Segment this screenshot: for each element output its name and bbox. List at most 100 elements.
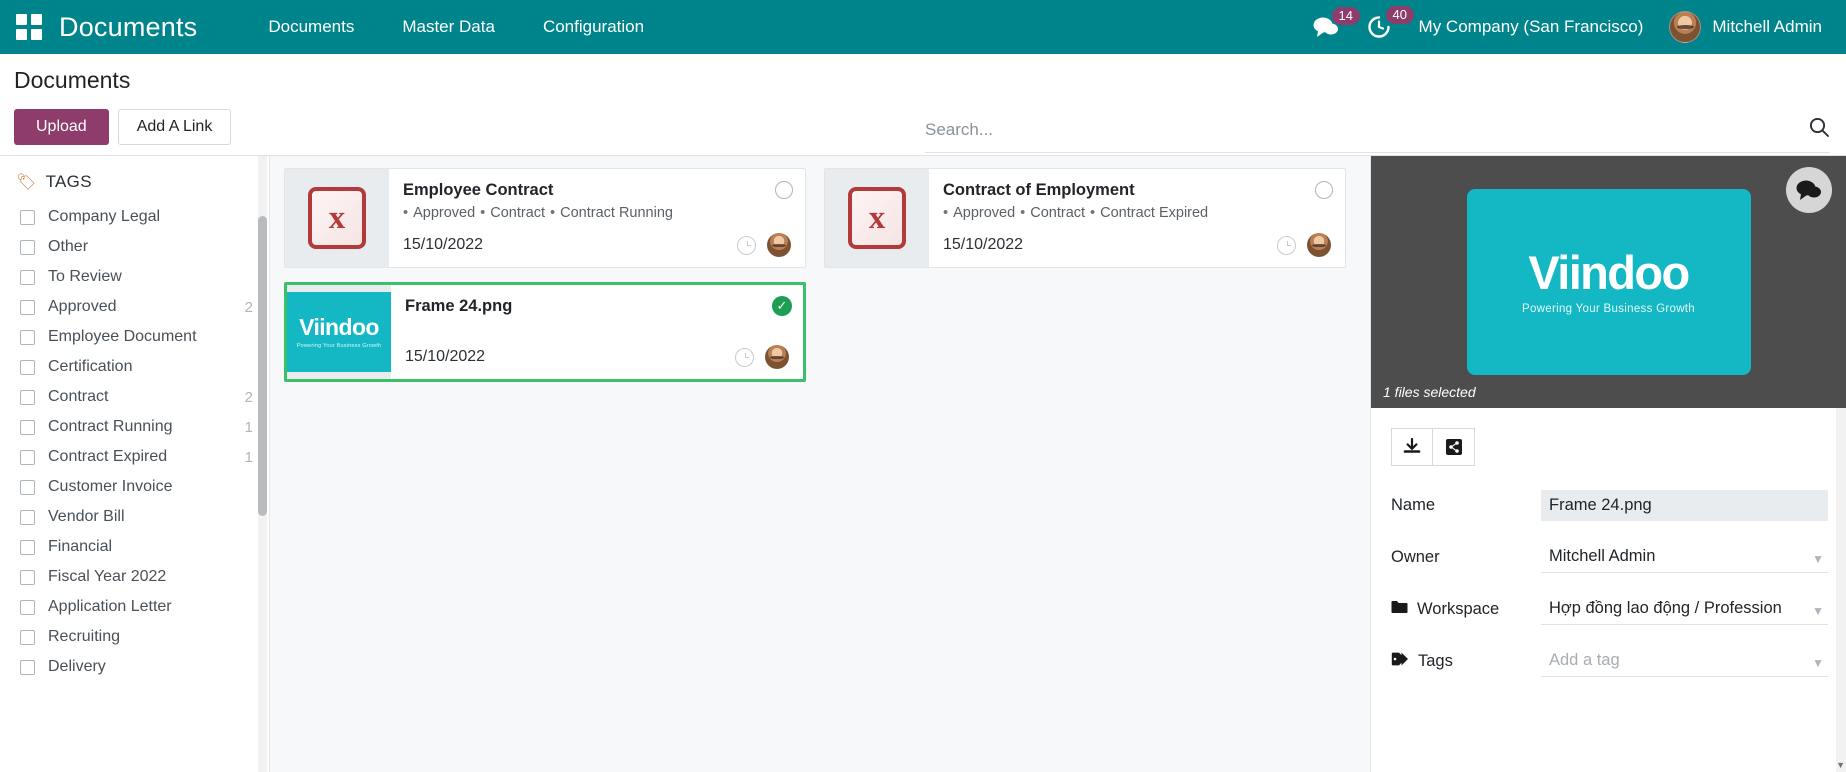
document-tag: Approved [953,205,1015,221]
activities-button[interactable]: 40 [1367,15,1391,39]
company-switcher[interactable]: My Company (San Francisco) [1419,17,1644,37]
sidebar-tag-contract-expired[interactable]: Contract Expired 1 [0,442,269,472]
app-brand-title[interactable]: Documents [59,12,197,43]
form-row-name: Name [1391,490,1828,521]
sidebar-tag-employee-document[interactable]: Employee Document [0,322,269,352]
tag-checkbox[interactable] [20,630,35,645]
sidebar-tag-vendor-bill[interactable]: Vendor Bill [0,502,269,532]
open-chatter-button[interactable] [1786,167,1832,213]
share-icon [1446,439,1462,455]
scroll-down-arrow-icon[interactable]: ▼ [1836,760,1845,770]
tag-checkbox[interactable] [20,390,35,405]
select-document-toggle[interactable] [775,181,793,199]
tag-count: 1 [245,449,253,466]
apps-grid-icon[interactable] [16,14,42,40]
menu-item-documents[interactable]: Documents [244,0,378,54]
sidebar-tag-certification[interactable]: Certification [0,352,269,382]
sidebar-tag-delivery[interactable]: Delivery [0,652,269,682]
sidebar-tag-other[interactable]: Other [0,232,269,262]
document-card-contract-of-employment[interactable]: x Contract of Employment • Approved • Co… [824,168,1346,268]
tag-label: Contract Expired [48,448,167,466]
document-card-frame-24[interactable]: Viindoo Powering Your Business Growth Fr… [284,282,806,382]
sidebar-tag-contract-running[interactable]: Contract Running 1 [0,412,269,442]
upload-button[interactable]: Upload [14,109,109,145]
name-input[interactable] [1541,490,1828,521]
sidebar-tag-fiscal-year-2022[interactable]: Fiscal Year 2022 [0,562,269,592]
document-name: Employee Contract [403,181,791,200]
tags-input[interactable]: Add a tag [1541,645,1828,677]
sidebar-tag-contract[interactable]: Contract 2 [0,382,269,412]
tag-checkbox[interactable] [20,660,35,675]
tag-checkbox[interactable] [20,240,35,255]
menu-item-master-data[interactable]: Master Data [378,0,519,54]
owner-select[interactable]: Mitchell Admin [1541,541,1828,573]
sidebar-scrollbar-thumb[interactable] [258,216,267,516]
clock-icon [1277,236,1296,255]
tag-label: Financial [48,538,112,556]
search-input[interactable] [925,120,1765,140]
tag-label: Fiscal Year 2022 [48,568,166,586]
tags-section-header: 🏷 TAGS [0,172,269,202]
workspace-select[interactable]: Hợp đồng lao động / Profession [1541,593,1828,625]
tags-label: Tags [1391,652,1541,671]
tag-checkbox[interactable] [20,360,35,375]
tag-checkbox[interactable] [20,270,35,285]
owner-avatar [1307,233,1331,257]
add-a-link-button[interactable]: Add A Link [118,109,232,145]
bullet-icon: • [1020,205,1025,221]
tag-label: Vendor Bill [48,508,125,526]
tag-label: Approved [48,298,117,316]
sidebar-tag-approved[interactable]: Approved 2 [0,292,269,322]
tag-label: Other [48,238,88,256]
tag-checkbox[interactable] [20,330,35,345]
tag-icon [1391,652,1409,671]
detail-action-buttons [1391,428,1846,466]
owner-label: Owner [1391,548,1541,567]
workspace: 🏷 TAGS Company Legal Other To Review App [0,156,1846,772]
document-tag: Contract [490,205,545,221]
sidebar-tag-customer-invoice[interactable]: Customer Invoice [0,472,269,502]
document-thumbnail: Viindoo Powering Your Business Growth [287,285,391,379]
form-row-workspace: Workspace Hợp đồng lao động / Profession… [1391,593,1828,625]
document-name: Frame 24.png [405,297,789,316]
tag-label: Customer Invoice [48,478,173,496]
preview-image: Viindoo Powering Your Business Growth [1467,189,1751,375]
tag-checkbox[interactable] [20,540,35,555]
bullet-icon: • [943,205,948,221]
activities-count-badge: 40 [1386,6,1414,24]
sidebar-tag-financial[interactable]: Financial [0,532,269,562]
tag-checkbox[interactable] [20,510,35,525]
menu-item-configuration[interactable]: Configuration [519,0,668,54]
tag-checkbox[interactable] [20,210,35,225]
tag-label: Certification [48,358,132,376]
tag-label: Company Legal [48,208,160,226]
form-row-tags: Tags Add a tag ▼ [1391,645,1828,677]
bullet-icon: • [550,205,555,221]
clock-icon [735,348,754,367]
search-icon[interactable] [1808,116,1830,143]
user-menu[interactable]: Mitchell Admin [1669,11,1828,43]
tag-checkbox[interactable] [20,600,35,615]
sidebar-tag-company-legal[interactable]: Company Legal [0,202,269,232]
download-button[interactable] [1391,428,1433,466]
messages-button[interactable]: 14 [1313,16,1339,38]
bullet-icon: • [403,205,408,221]
tag-checkbox[interactable] [20,300,35,315]
selected-check-icon[interactable]: ✓ [772,296,792,316]
tag-checkbox[interactable] [20,570,35,585]
share-button[interactable] [1433,428,1475,466]
select-document-toggle[interactable] [1315,181,1333,199]
sidebar-tag-recruiting[interactable]: Recruiting [0,622,269,652]
tag-checkbox[interactable] [20,450,35,465]
document-details-panel: ▲ ▼ Viindoo Powering Your Business Growt… [1370,156,1846,772]
sidebar-tag-to-review[interactable]: To Review [0,262,269,292]
tag-checkbox[interactable] [20,480,35,495]
tag-checkbox[interactable] [20,420,35,435]
sidebar-tag-application-letter[interactable]: Application Letter [0,592,269,622]
tag-label: Employee Document [48,328,197,346]
document-tag: Contract [1030,205,1085,221]
document-tags: • Approved • Contract • Contract Expired [943,205,1331,221]
document-card-employee-contract[interactable]: x Employee Contract • Approved • Contrac… [284,168,806,268]
owner-avatar [767,233,791,257]
document-preview: Viindoo Powering Your Business Growth 1 … [1371,156,1846,408]
